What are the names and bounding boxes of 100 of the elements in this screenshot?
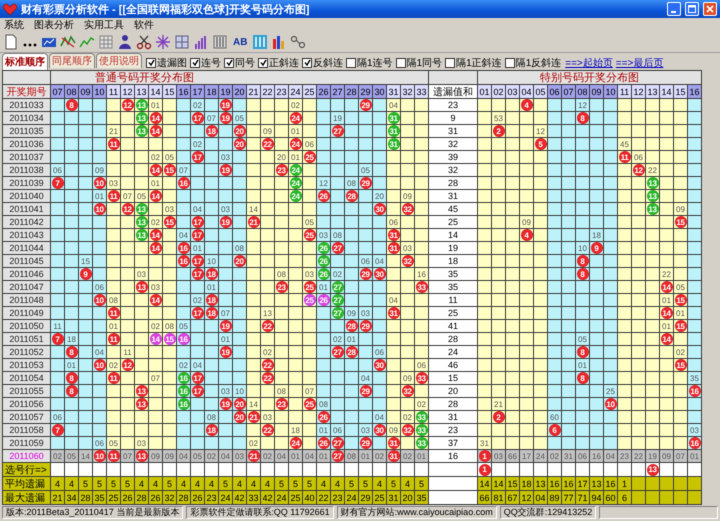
tab[interactable]: 标准顺序 — [2, 53, 48, 70]
number-ball: 13 — [646, 203, 658, 215]
number-ball: 8 — [66, 346, 78, 358]
table-cell: 02 — [177, 359, 190, 371]
tab[interactable]: 使用说明 — [96, 53, 142, 68]
table-cell: 08 — [345, 450, 358, 462]
option-checkbox[interactable]: 隔1连号 — [346, 55, 393, 70]
option-checkbox[interactable]: 连号 — [190, 55, 221, 70]
number-ball: 17 — [192, 268, 204, 280]
minimize-button[interactable] — [667, 2, 681, 16]
number-ball: 16 — [178, 385, 190, 397]
grid-icon[interactable] — [174, 34, 190, 50]
table-cell: 60 — [604, 491, 617, 504]
number-ball: 13 — [136, 281, 148, 293]
page-link[interactable]: ==>最后页 — [616, 55, 664, 70]
bar-chart-icon[interactable] — [193, 34, 209, 50]
number-ball: 14 — [150, 229, 162, 241]
tab[interactable]: 同尾顺序 — [49, 53, 95, 68]
number-ball: 17 — [192, 372, 204, 384]
column-header: 11 — [107, 85, 120, 98]
table-cell: 02 — [674, 346, 687, 358]
table-cell: 02 — [373, 450, 386, 462]
table-cell: 05 — [107, 437, 120, 449]
table-cell: 10 — [576, 242, 589, 254]
table-cell: 18 — [590, 229, 603, 241]
column-chart-icon[interactable] — [252, 34, 268, 50]
table-cell: 06 — [51, 411, 64, 423]
number-ball: 13 — [646, 190, 658, 202]
option-checkbox[interactable]: 反斜连 — [302, 55, 343, 70]
scissors-icon[interactable] — [136, 34, 152, 50]
number-ball: 14 — [150, 242, 162, 254]
table-cell: 02 — [261, 346, 274, 358]
number-ball: 19 — [220, 99, 232, 111]
number-ball: 19 — [220, 216, 232, 228]
option-checkbox[interactable]: 同号 — [224, 55, 255, 70]
number-ball: 13 — [136, 112, 148, 124]
menu-item[interactable]: 图表分析 — [34, 18, 74, 32]
number-ball: 27 — [332, 125, 344, 137]
number-ball: 24 — [290, 177, 302, 189]
table-cell: 01 — [289, 125, 302, 137]
number-ball: 29 — [360, 268, 372, 280]
figure-icon[interactable] — [117, 34, 133, 50]
table-cell: 01 — [660, 294, 673, 306]
link-icon[interactable] — [290, 34, 306, 50]
number-ball: 26 — [318, 437, 330, 449]
close-button[interactable] — [703, 2, 717, 16]
table-cell: 09 — [520, 216, 533, 228]
star-burst-icon[interactable] — [155, 34, 171, 50]
zigzag-icon[interactable] — [60, 34, 76, 50]
miss-sum: 24 — [429, 346, 477, 358]
number-ball: 14 — [150, 294, 162, 306]
option-checkbox[interactable]: 隔1反斜连 — [504, 55, 562, 70]
menu-item[interactable]: 实用工具 — [84, 18, 124, 32]
option-checkbox[interactable]: 正斜连 — [258, 55, 299, 70]
number-ball: 13 — [136, 203, 148, 215]
maximize-button[interactable] — [685, 2, 699, 16]
miss-sum: 41 — [429, 320, 477, 332]
number-ball: 27 — [332, 294, 344, 306]
table-cell: 01 — [345, 333, 358, 345]
number-ball: 30 — [374, 424, 386, 436]
period-label: 2011043 — [3, 229, 50, 241]
table-cell: 05 — [233, 112, 246, 124]
table-cell: 4 — [247, 477, 260, 490]
table-cell: 22 — [646, 164, 659, 176]
number-ball: 15 — [164, 216, 176, 228]
table-cell: 16 — [562, 477, 575, 490]
table-cell: 04 — [604, 450, 617, 462]
number-ball: 30 — [374, 359, 386, 371]
number-ball: 10 — [94, 359, 106, 371]
option-checkbox[interactable]: 隔1正斜连 — [445, 55, 502, 70]
check-icon — [192, 59, 198, 66]
check-icon — [260, 59, 266, 66]
table-cell: 12 — [534, 125, 547, 137]
number-ball: 6 — [548, 424, 560, 436]
text-style-button[interactable]: AB — [231, 34, 250, 50]
table-cell: 09 — [149, 450, 162, 462]
option-checkbox[interactable]: 隔1同号 — [396, 55, 442, 70]
document-icon[interactable] — [3, 34, 19, 50]
table-cell: 07 — [177, 164, 190, 176]
table-cell: 71 — [576, 491, 589, 504]
table-cell: 22 — [632, 450, 645, 462]
miss-sum: 16 — [429, 450, 477, 462]
table-cell: 5 — [93, 477, 106, 490]
menu-item[interactable]: 系统 — [4, 18, 24, 32]
column-header: 14 — [149, 85, 162, 98]
number-ball: 18 — [206, 268, 218, 280]
miss-sum: 32 — [429, 138, 477, 150]
number-ball: 16 — [178, 333, 190, 345]
columns-icon[interactable] — [212, 34, 228, 50]
option-checkbox[interactable]: 遗漏图 — [146, 55, 187, 70]
number-ball: 15 — [674, 294, 686, 306]
table-cell: 03 — [219, 151, 232, 163]
menu-item[interactable]: 软件 — [134, 18, 154, 32]
number-ball: 16 — [688, 437, 700, 449]
page-link[interactable]: ==>起始页 — [565, 55, 613, 70]
table-cell: 07 — [149, 372, 162, 384]
number-ball: 25 — [304, 229, 316, 241]
table-cell: 01 — [289, 450, 302, 462]
table-cell: 03 — [149, 281, 162, 293]
miss-sum: 32 — [429, 164, 477, 176]
